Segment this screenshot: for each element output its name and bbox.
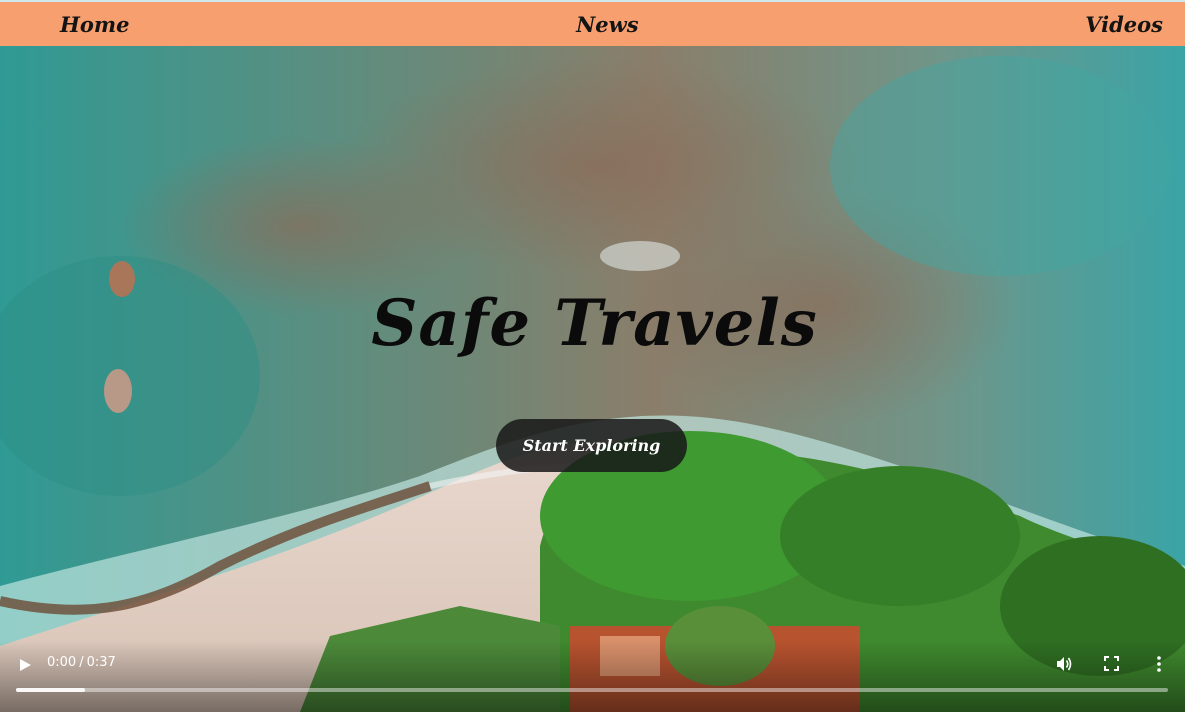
nav-link-videos[interactable]: Videos — [1085, 12, 1163, 37]
more-options-icon[interactable] — [1155, 655, 1163, 673]
hero-title: Safe Travels — [371, 286, 818, 361]
time-display: 0:00/0:37 — [47, 655, 116, 670]
top-navbar: Home News Videos — [0, 2, 1185, 46]
current-time: 0:00 — [47, 655, 77, 670]
duration: 0:37 — [86, 655, 116, 670]
aerial-coast-frame — [0, 46, 1185, 712]
video-progress-bar[interactable] — [16, 688, 1168, 692]
video-progress-buffered — [16, 688, 86, 692]
background-video[interactable]: Safe Travels Start Exploring — [0, 46, 1185, 712]
nav-link-news[interactable]: News — [576, 12, 638, 37]
fullscreen-icon[interactable] — [1104, 656, 1119, 671]
play-icon[interactable] — [18, 658, 32, 672]
video-controls: 0:00/0:37 — [0, 640, 1185, 712]
time-separator: / — [79, 655, 84, 670]
volume-icon[interactable] — [1055, 655, 1073, 673]
nav-link-home[interactable]: Home — [60, 12, 129, 37]
start-exploring-button[interactable]: Start Exploring — [496, 419, 687, 472]
